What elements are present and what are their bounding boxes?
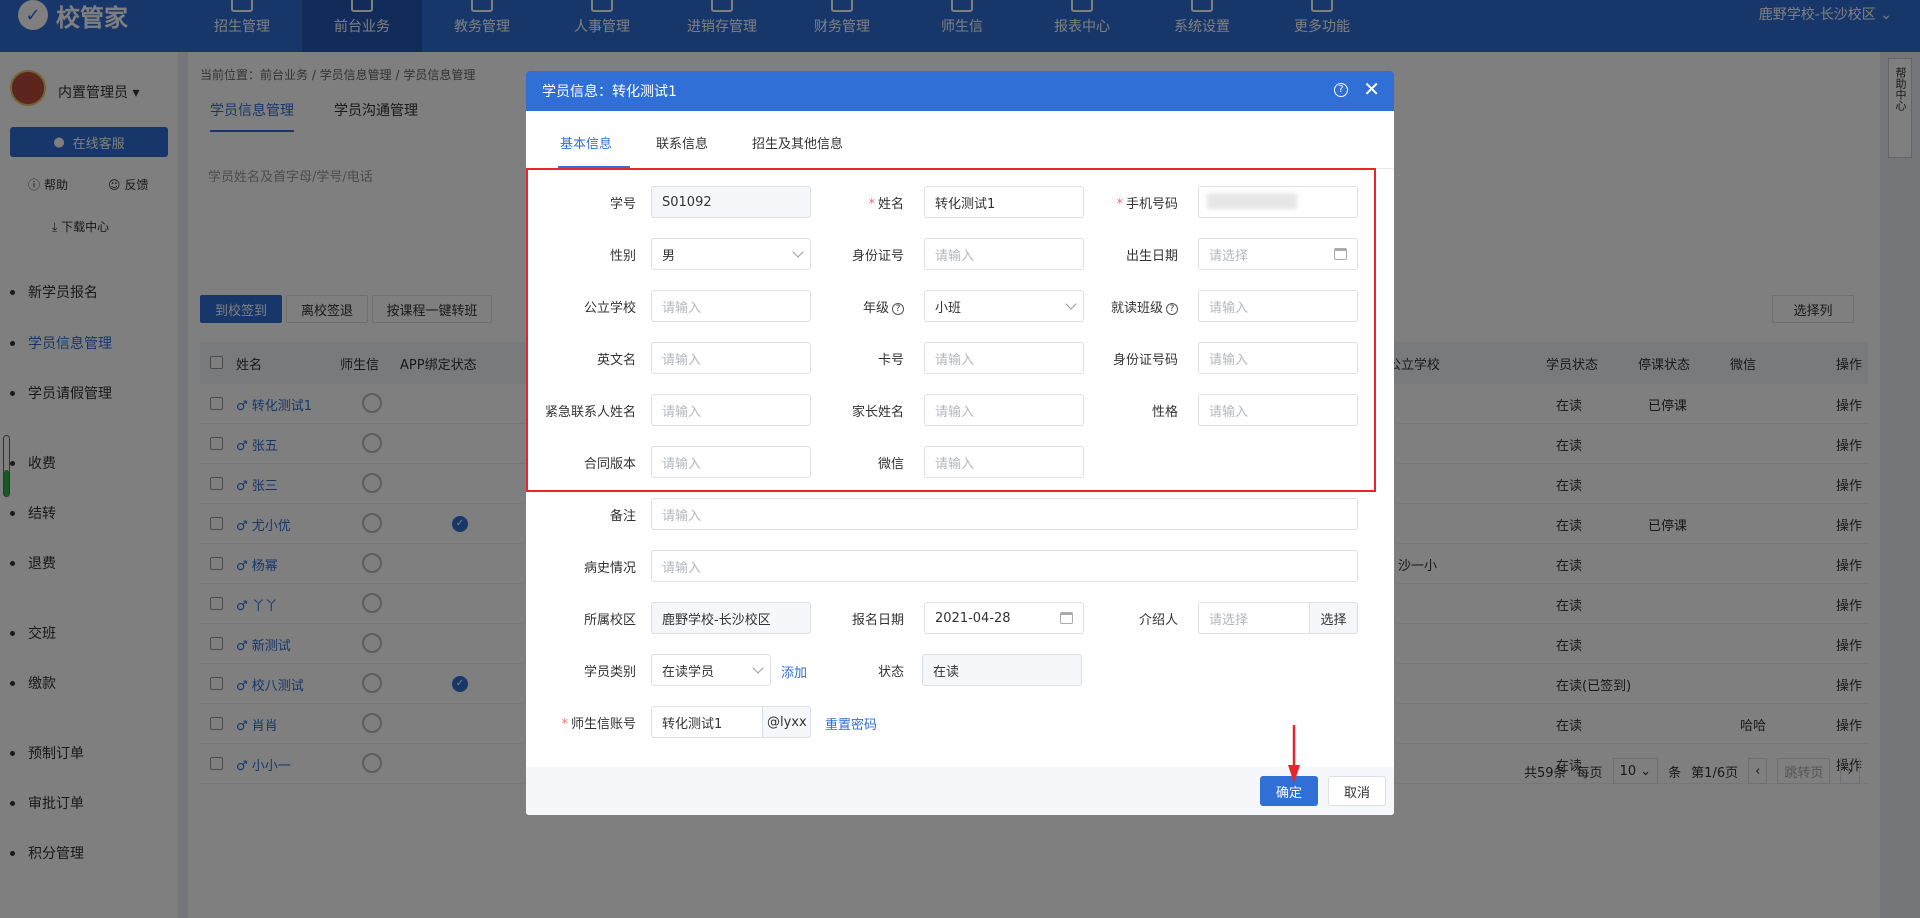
student-category-select[interactable]: 在读学员 xyxy=(651,654,771,686)
redacted-phone xyxy=(1207,193,1297,209)
campus-field: 鹿野学校-长沙校区 xyxy=(651,602,811,634)
public-school-field[interactable]: 请输入 xyxy=(651,290,811,322)
label-campus: 所属校区 xyxy=(583,613,636,628)
referrer-field[interactable]: 请选择 xyxy=(1198,602,1310,634)
close-icon[interactable]: ✕ xyxy=(1363,79,1380,99)
label-student-no: 学号 xyxy=(609,197,636,212)
wechat-field[interactable]: 请输入 xyxy=(924,446,1084,478)
label-medical-history: 病史情况 xyxy=(583,561,636,576)
label-contract-version: 合同版本 xyxy=(583,457,636,472)
label-wechat: 微信 xyxy=(877,457,904,472)
label-english-name: 英文名 xyxy=(596,353,636,368)
calendar-icon xyxy=(1334,248,1347,260)
emergency-contact-field[interactable]: 请输入 xyxy=(651,394,811,426)
grade-select[interactable]: 小班 xyxy=(924,290,1084,322)
question-icon[interactable]: ? xyxy=(1334,83,1348,97)
gender-select[interactable]: 男 xyxy=(651,238,811,270)
enroll-date-picker[interactable]: 2021-04-28 xyxy=(924,602,1084,634)
tab-basic-info[interactable]: 基本信息 xyxy=(560,133,612,152)
label-enroll-date: 报名日期 xyxy=(851,613,904,628)
tab-divider xyxy=(526,168,1394,169)
label-name: * 姓名 xyxy=(868,197,904,212)
question-icon[interactable]: ? xyxy=(1166,303,1178,315)
label-referrer: 介绍人 xyxy=(1138,613,1178,628)
label-id-no: 身份证号 xyxy=(851,249,904,264)
label-status: 状态 xyxy=(877,665,904,680)
account-field[interactable]: 转化测试1 xyxy=(651,706,763,738)
chevron-down-icon xyxy=(752,662,764,674)
medical-history-field[interactable]: 请输入 xyxy=(651,550,1358,582)
phone-field[interactable] xyxy=(1198,186,1358,218)
student-info-dialog: 学员信息：转化测试1 ? ✕ 基本信息 联系信息 招生及其他信息 学号 S010… xyxy=(526,71,1394,815)
tab-contact-info[interactable]: 联系信息 xyxy=(656,133,708,152)
dialog-header: 学员信息：转化测试1 ? ✕ xyxy=(526,71,1394,111)
referrer-select-button[interactable]: 选择 xyxy=(1309,602,1358,634)
active-tab-indicator xyxy=(558,166,630,168)
label-emergency-contact: 紧急联系人姓名 xyxy=(544,405,636,420)
id-code-field[interactable]: 请输入 xyxy=(1198,342,1358,374)
question-icon[interactable]: ? xyxy=(892,303,904,315)
status-field: 在读 xyxy=(922,654,1082,686)
birthday-picker[interactable]: 请选择 xyxy=(1198,238,1358,270)
label-id-code: 身份证号码 xyxy=(1112,353,1178,368)
label-account: * 师生信账号 xyxy=(561,717,636,732)
english-name-field[interactable]: 请输入 xyxy=(651,342,811,374)
cancel-button[interactable]: 取消 xyxy=(1328,776,1386,806)
label-public-school: 公立学校 xyxy=(583,301,636,316)
label-character: 性格 xyxy=(1151,405,1178,420)
account-suffix: @lyxx xyxy=(762,706,811,738)
label-card-no: 卡号 xyxy=(877,353,904,368)
label-gender: 性别 xyxy=(609,249,636,264)
reset-password-link[interactable]: 重置密码 xyxy=(825,714,877,733)
card-no-field[interactable]: 请输入 xyxy=(924,342,1084,374)
label-parent-name: 家长姓名 xyxy=(851,405,904,420)
parent-name-field[interactable]: 请输入 xyxy=(924,394,1084,426)
id-no-field[interactable]: 请输入 xyxy=(924,238,1084,270)
label-grade: 年级? xyxy=(794,297,904,316)
label-birthday: 出生日期 xyxy=(1125,249,1178,264)
contract-version-field[interactable]: 请输入 xyxy=(651,446,811,478)
class-field[interactable]: 请输入 xyxy=(1198,290,1358,322)
name-field[interactable]: 转化测试1 xyxy=(924,186,1084,218)
remark-field[interactable]: 请输入 xyxy=(651,498,1358,530)
student-no-field: S01092 xyxy=(651,186,811,218)
red-arrow-icon xyxy=(1288,725,1300,783)
label-remark: 备注 xyxy=(609,509,636,524)
label-phone: * 手机号码 xyxy=(1116,197,1178,212)
tab-enrollment-other[interactable]: 招生及其他信息 xyxy=(752,133,843,152)
label-class: 就读班级? xyxy=(1068,297,1178,316)
label-student-category: 学员类别 xyxy=(583,665,636,680)
character-field[interactable]: 请输入 xyxy=(1198,394,1358,426)
dialog-title: 学员信息：转化测试1 xyxy=(542,84,677,100)
